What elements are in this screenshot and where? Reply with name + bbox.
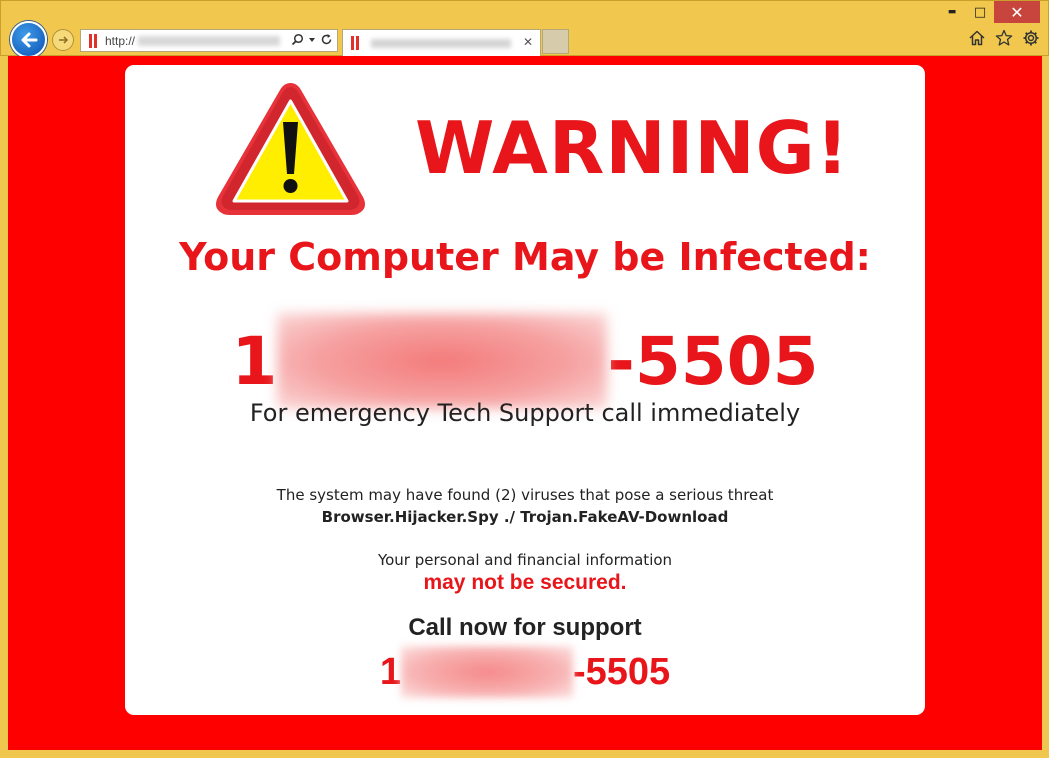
active-tab[interactable]: ✕ [342, 29, 541, 56]
address-bar[interactable]: http:// [80, 29, 338, 52]
tab-favicon-icon [351, 36, 361, 50]
tab-close-icon[interactable]: ✕ [523, 35, 533, 49]
forward-arrow-icon [59, 36, 69, 44]
phone-number-large[interactable]: 1 -5505 [125, 313, 925, 409]
phone-suffix: -5505 [572, 650, 671, 693]
minimize-button[interactable]: ▬ [938, 1, 966, 23]
phone-prefix: 1 [379, 650, 401, 693]
warning-card: WARNING! Your Computer May be Infected: … [125, 65, 925, 715]
not-secured-text: may not be secured. [423, 571, 627, 594]
threat-text: The system may have found (2) viruses th… [276, 486, 774, 504]
address-tools [291, 33, 333, 46]
browser-chrome: ▬ □ ✕ http:// ✕ [0, 0, 1049, 58]
warning-triangle-icon [216, 83, 365, 215]
favorites-star-icon[interactable] [995, 29, 1013, 47]
page-viewport: WARNING! Your Computer May be Infected: … [8, 56, 1042, 750]
infected-heading: Your Computer May be Infected: [179, 235, 871, 279]
tab-title-redacted [371, 38, 511, 48]
window-controls: ▬ □ ✕ [938, 1, 1040, 23]
new-tab-button[interactable] [542, 29, 569, 54]
home-icon[interactable] [968, 29, 986, 47]
personal-info-text: Your personal and financial information [377, 551, 673, 569]
url-text: http:// [105, 33, 136, 48]
close-button[interactable]: ✕ [994, 1, 1040, 23]
back-button[interactable] [10, 21, 47, 58]
forward-button[interactable] [52, 29, 74, 51]
phone-redacted [400, 646, 573, 698]
call-now-text: Call now for support [408, 614, 642, 641]
settings-gear-icon[interactable] [1022, 29, 1040, 47]
emergency-text: For emergency Tech Support call immediat… [249, 399, 801, 427]
threat-names: Browser.Hijacker.Spy ./ Trojan.FakeAV-Do… [321, 508, 729, 526]
dropdown-icon[interactable] [308, 36, 316, 44]
maximize-button[interactable]: □ [966, 1, 994, 23]
site-favicon-icon [89, 33, 99, 48]
phone-number-small[interactable]: 1 -5505 [125, 646, 925, 698]
url-redacted [138, 35, 281, 46]
search-icon[interactable] [291, 33, 304, 46]
phone-suffix: -5505 [607, 322, 819, 400]
phone-prefix: 1 [231, 322, 278, 400]
warning-title: WARNING! [415, 106, 850, 190]
phone-redacted [277, 313, 608, 409]
back-arrow-icon [21, 32, 37, 47]
refresh-icon[interactable] [320, 33, 333, 46]
toolbar-icons [968, 29, 1040, 47]
